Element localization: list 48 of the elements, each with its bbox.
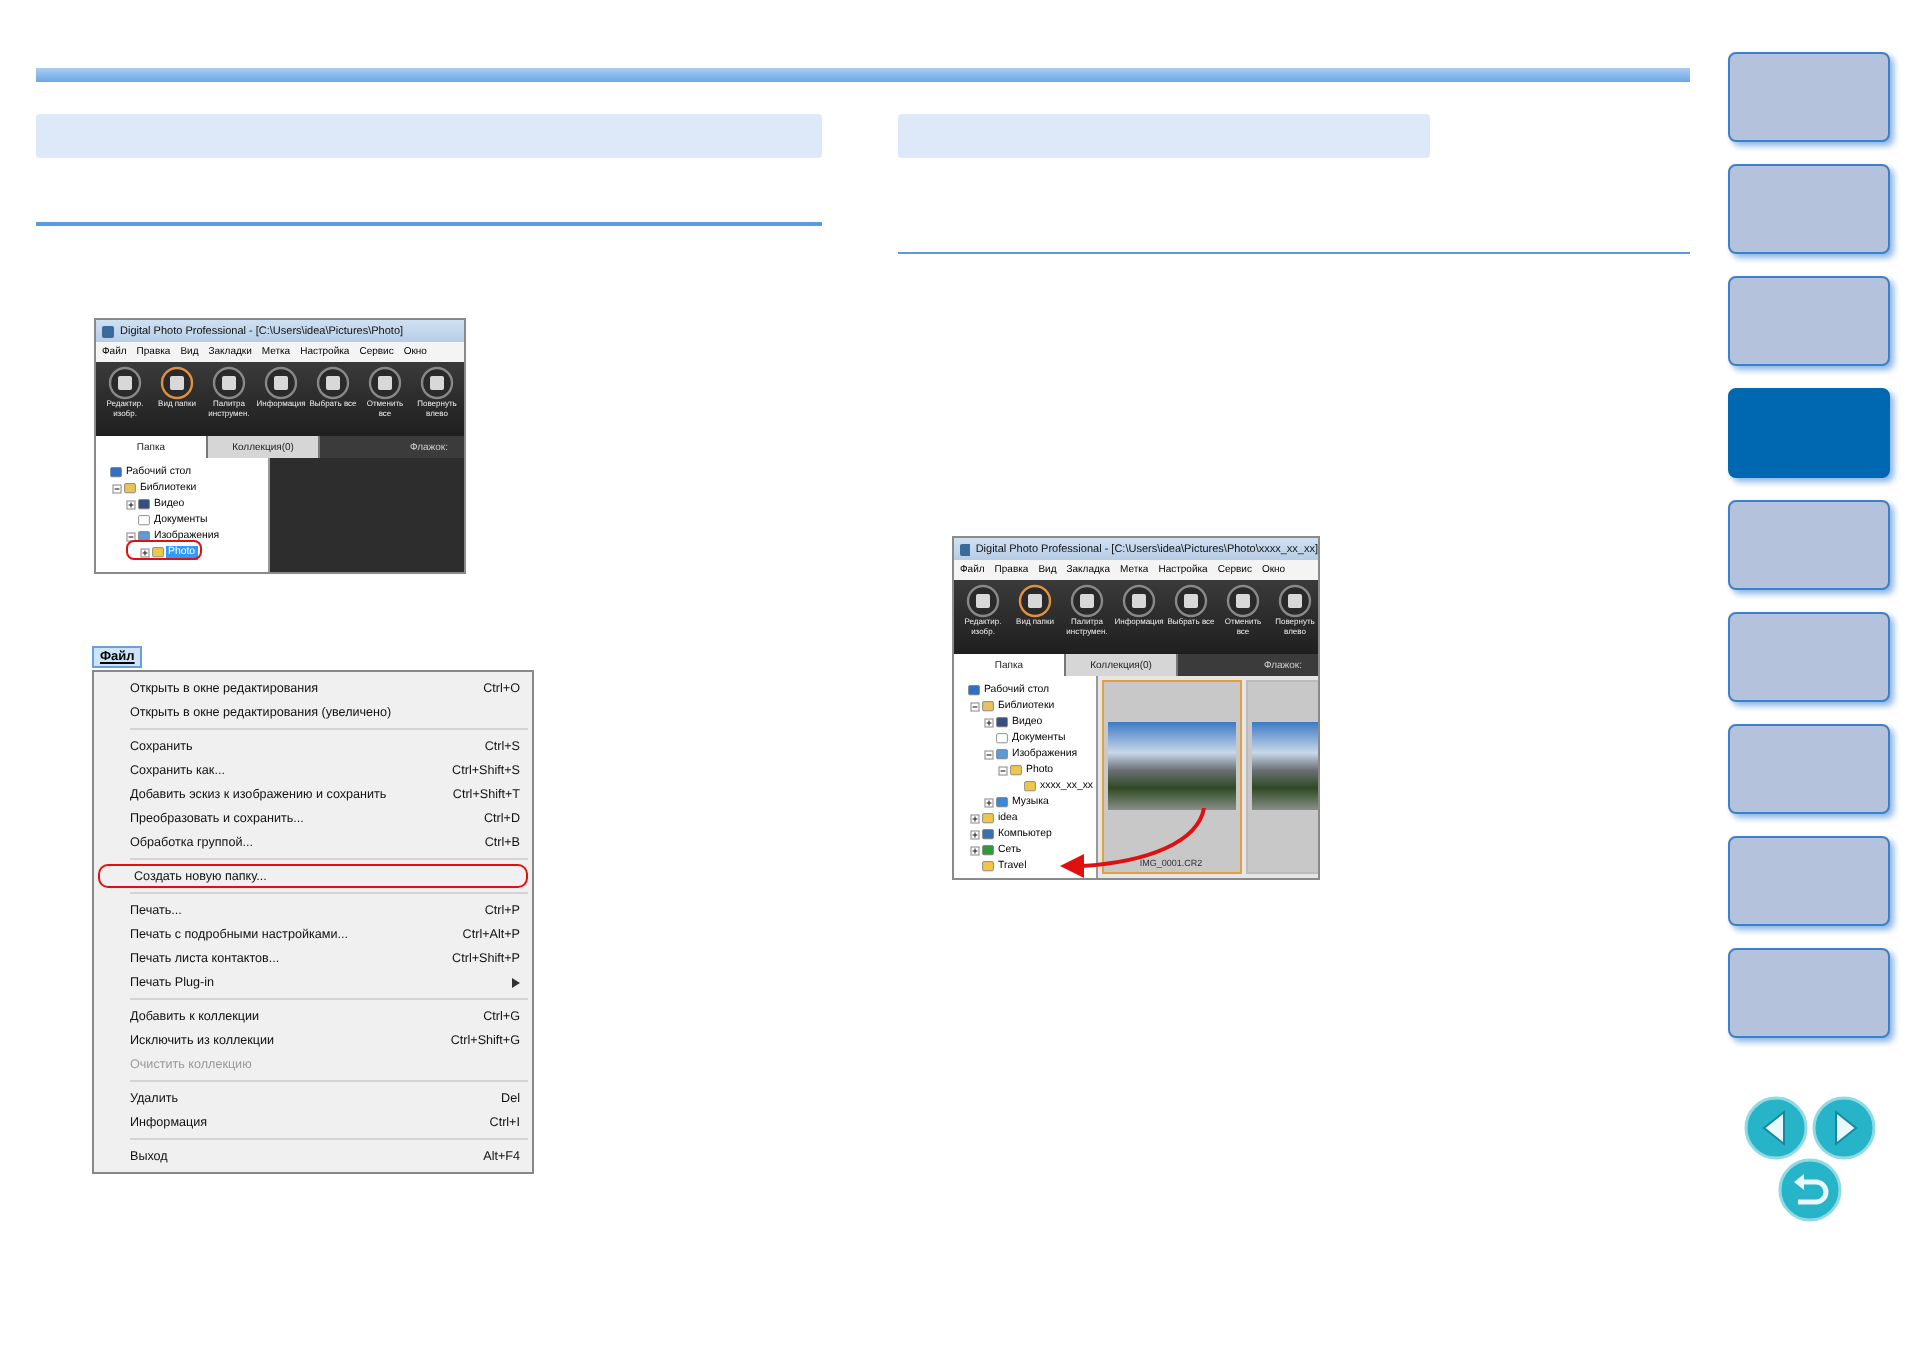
nav-tab[interactable] xyxy=(1728,724,1890,814)
next-page-icon[interactable] xyxy=(1811,1096,1875,1160)
photo-placeholder xyxy=(1107,722,1236,810)
round-button-icon xyxy=(966,584,1000,618)
collapse-icon[interactable] xyxy=(998,765,1008,775)
nav-tab[interactable] xyxy=(1728,836,1890,926)
expand-icon[interactable] xyxy=(970,829,980,839)
collapse-icon[interactable] xyxy=(970,701,980,711)
nav-tab[interactable] xyxy=(1728,276,1890,366)
folder-icon xyxy=(982,860,994,872)
nav-tab[interactable] xyxy=(1728,164,1890,254)
document-icon xyxy=(138,514,150,526)
nav-tab[interactable] xyxy=(1728,948,1890,1038)
round-button-icon xyxy=(1070,584,1104,618)
folder-icon xyxy=(982,700,994,712)
previous-page-icon[interactable] xyxy=(1743,1096,1807,1160)
round-button-icon xyxy=(1278,584,1312,618)
collapse-icon[interactable] xyxy=(112,483,122,493)
document-icon xyxy=(996,732,1008,744)
folder-icon xyxy=(124,482,136,494)
round-button-icon xyxy=(316,366,350,400)
round-button-icon xyxy=(160,366,194,400)
round-button-icon xyxy=(1018,584,1052,618)
submenu-arrow-icon xyxy=(512,977,520,987)
expand-icon[interactable] xyxy=(970,813,980,823)
round-button-icon xyxy=(1174,584,1208,618)
nav-tab[interactable] xyxy=(1728,52,1890,142)
folder-icon xyxy=(982,812,994,824)
expand-icon[interactable] xyxy=(970,845,980,855)
nav-tab[interactable] xyxy=(1728,612,1890,702)
expand-icon[interactable] xyxy=(140,547,150,557)
round-button-icon xyxy=(368,366,402,400)
folder-icon xyxy=(152,546,164,558)
round-button-icon xyxy=(1122,584,1156,618)
collapse-icon[interactable] xyxy=(126,531,136,541)
app-icon xyxy=(102,325,114,337)
round-button-icon xyxy=(1226,584,1260,618)
round-button-icon xyxy=(420,366,454,400)
app-icon xyxy=(960,543,970,555)
return-icon[interactable] xyxy=(1777,1158,1841,1222)
round-button-icon xyxy=(108,366,142,400)
expand-icon[interactable] xyxy=(984,717,994,727)
collapse-icon[interactable] xyxy=(984,749,994,759)
round-button-icon xyxy=(264,366,298,400)
expand-icon[interactable] xyxy=(984,797,994,807)
round-button-icon xyxy=(212,366,246,400)
expand-icon[interactable] xyxy=(126,499,136,509)
nav-tab[interactable] xyxy=(1728,500,1890,590)
